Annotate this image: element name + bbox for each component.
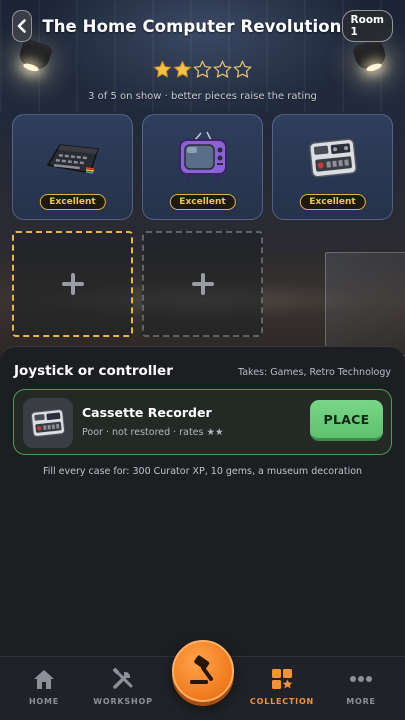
star-empty-icon <box>193 60 212 78</box>
item-condition: Poor · not restored · rates ★★ <box>82 427 224 438</box>
item-name: Cassette Recorder <box>82 405 212 420</box>
cassette-recorder-icon <box>30 409 66 437</box>
slot-categories: Takes: Games, Retro Technology <box>238 367 391 378</box>
collection-grid-icon <box>272 669 293 689</box>
cassette-recorder-icon <box>308 138 357 178</box>
nav-more[interactable]: MORE <box>321 667 401 706</box>
empty-case-slot[interactable] <box>142 231 263 337</box>
nav-label: WORKSHOP <box>93 697 153 706</box>
tools-icon <box>112 667 133 689</box>
glass-display-case <box>325 252 405 356</box>
grade-badge: Excellent <box>169 194 236 210</box>
display-case[interactable]: Excellent <box>272 114 393 220</box>
plus-icon <box>61 273 84 295</box>
page-title: The Home Computer Revolution <box>42 16 342 36</box>
star-filled-icon <box>153 60 172 78</box>
rating-stars <box>0 60 405 79</box>
display-case[interactable]: Excellent <box>142 114 263 220</box>
house-icon <box>34 670 54 689</box>
nav-label: HOME <box>28 697 60 706</box>
nav-label: MORE <box>346 697 376 706</box>
back-button[interactable] <box>12 10 33 42</box>
top-bar: The Home Computer Revolution Room 1 <box>12 10 393 42</box>
star-filled-icon <box>173 60 192 78</box>
star-empty-icon <box>233 60 252 78</box>
grade-badge: Excellent <box>299 194 366 210</box>
slot-name: Joystick or controller <box>14 363 173 379</box>
item-thumbnail <box>23 398 73 448</box>
chevron-left-icon <box>17 19 26 33</box>
room-badge[interactable]: Room 1 <box>341 10 393 42</box>
display-case[interactable]: Excellent <box>12 114 133 220</box>
purple-television-icon <box>178 131 227 181</box>
plus-icon <box>191 273 214 295</box>
rating-caption: 3 of 5 on show · better pieces raise the… <box>88 91 317 102</box>
grade-badge: Excellent <box>39 194 106 210</box>
empty-case-slot-selected[interactable] <box>12 231 133 337</box>
completion-reward: Fill every case for: 300 Curator XP, 10 … <box>42 466 363 477</box>
auction-button[interactable] <box>172 640 234 702</box>
placement-sheet: Joystick or controller Takes: Games, Ret… <box>0 346 405 656</box>
inventory-item-row[interactable]: Cassette Recorder Poor · not restored · … <box>13 389 392 455</box>
place-button[interactable]: PLACE <box>310 400 383 441</box>
nav-workshop[interactable]: WORKSHOP <box>83 667 163 706</box>
home-computer-icon <box>46 144 99 174</box>
nav-collection[interactable]: COLLECTION <box>242 667 322 706</box>
star-empty-icon <box>213 60 232 78</box>
auction-gavel-icon <box>190 655 213 684</box>
nav-home[interactable]: HOME <box>4 667 84 706</box>
nav-label: COLLECTION <box>249 697 315 706</box>
more-dots-icon <box>350 676 372 682</box>
